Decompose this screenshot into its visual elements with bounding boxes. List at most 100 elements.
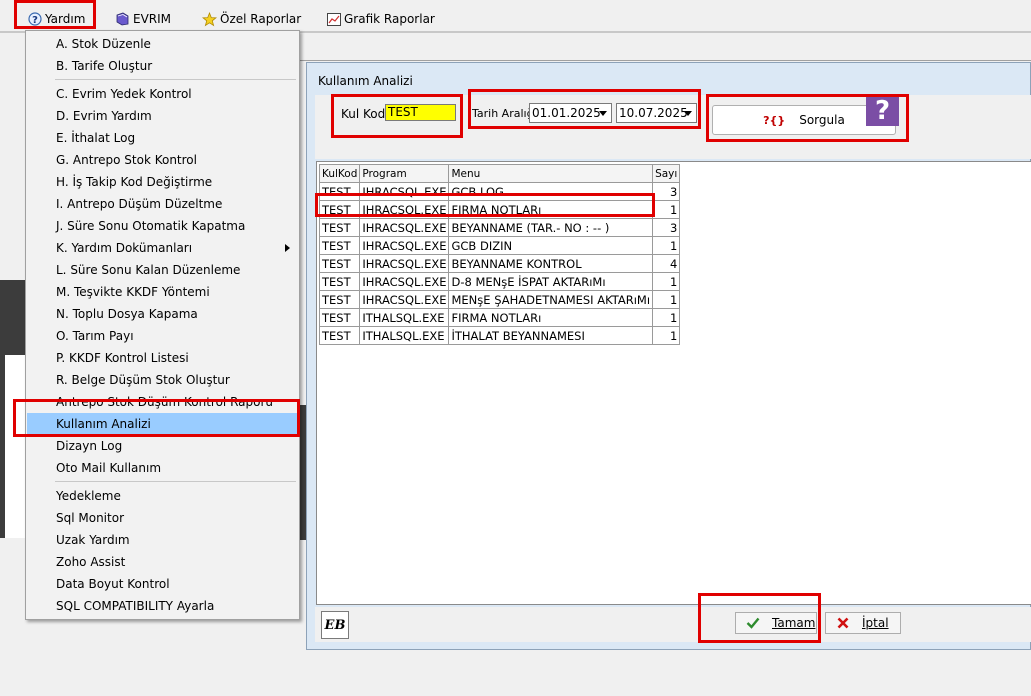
chevron-down-icon[interactable] (679, 104, 696, 122)
table-cell: GCB LOG (448, 182, 654, 201)
menu-item[interactable]: B. Tarife Oluştur (27, 55, 298, 77)
menu-item[interactable]: R. Belge Düşüm Stok Oluştur (27, 369, 298, 391)
kullanim-analizi-window: Kullanım Analizi Kul Kod TEST Tarih Aral… (306, 62, 1031, 650)
table-row[interactable]: TEST IHRACSQL.EXE MENşE ŞAHADETNAMESI AKTA… (318, 290, 681, 309)
table-cell: 1 (652, 290, 681, 309)
menu-item-label: Oto Mail Kullanım (56, 461, 162, 475)
menu-item[interactable]: L. Süre Sonu Kalan Düzenleme (27, 259, 298, 281)
tamam-button[interactable]: Tamam (735, 612, 817, 634)
table-row[interactable]: TEST IHRACSQL.EXE GCB LOG 3 (318, 182, 681, 201)
table-row[interactable]: TEST IHRACSQL.EXE GCB DIZIN 1 (318, 236, 681, 255)
menu-item[interactable]: SQL COMPATIBILITY Ayarla (27, 595, 298, 617)
table-cell: IHRACSQL.EXE (359, 218, 450, 237)
tarih-araligi-label: Tarih Aralığı (472, 107, 537, 120)
menu-item[interactable]: H. İş Takip Kod Değiştirme (27, 171, 298, 193)
table-cell: 1 (652, 236, 681, 255)
menubar: ? Yardım EVRIM Özel Raporlar Grafik Rapo… (0, 0, 1031, 31)
column-header-kulkod[interactable]: KulKod (318, 164, 361, 183)
table-cell: 1 (652, 308, 681, 327)
menu-evrim-label: EVRIM (133, 12, 172, 26)
menu-item-label: R. Belge Düşüm Stok Oluştur (56, 373, 230, 387)
menu-item[interactable]: Uzak Yardım (27, 529, 298, 551)
table-cell: TEST (318, 200, 361, 219)
table-cell: IHRACSQL.EXE (359, 236, 450, 255)
menu-item-label: O. Tarım Payı (56, 329, 134, 343)
menu-item-label: Sql Monitor (56, 511, 124, 525)
menu-item[interactable]: Sql Monitor (27, 507, 298, 529)
table-row[interactable]: TEST IHRACSQL.EXE D-8 MENşE İSPAT AKTARıMı… (318, 272, 681, 291)
date-to-value: 10.07.2025 (619, 106, 688, 120)
date-from-combo[interactable]: 01.01.2025 (529, 103, 612, 123)
menu-item-label: Uzak Yardım (56, 533, 130, 547)
column-header-program[interactable]: Program (359, 164, 450, 183)
menu-item-label: J. Süre Sonu Otomatik Kapatma (56, 219, 246, 233)
menu-item[interactable]: K. Yardım Dokümanları (27, 237, 298, 259)
table-cell: MENşE ŞAHADETNAMESI AKTARıMı (448, 290, 654, 309)
menu-item[interactable]: M. Teşvikte KKDF Yöntemi (27, 281, 298, 303)
help-icon: ? (27, 12, 42, 27)
menu-ozel-raporlar[interactable]: Özel Raporlar (202, 9, 301, 29)
menu-item[interactable]: P. KKDF Kontrol Listesi (27, 347, 298, 369)
menu-item[interactable]: A. Stok Düzenle (27, 33, 298, 55)
date-from-value: 01.01.2025 (532, 106, 601, 120)
table-cell: IHRACSQL.EXE (359, 290, 450, 309)
background-panel-inner (5, 355, 25, 538)
menu-item-label: P. KKDF Kontrol Listesi (56, 351, 189, 365)
menu-grafik-raporlar[interactable]: Grafik Raporlar (326, 9, 435, 29)
menu-item[interactable]: D. Evrim Yardım (27, 105, 298, 127)
table-cell: BEYANNAME KONTROL (448, 254, 654, 273)
table-row[interactable]: TEST ITHALSQL.EXE FIRMA NOTLARı 1 (318, 308, 681, 327)
menu-item[interactable]: E. İthalat Log (27, 127, 298, 149)
menu-item-label: SQL COMPATIBILITY Ayarla (56, 599, 215, 613)
table-row[interactable]: TEST IHRACSQL.EXE FIRMA NOTLARı 1 (318, 200, 681, 219)
menu-item-label: Yedekleme (56, 489, 121, 503)
help-icon[interactable]: ? (866, 96, 899, 126)
menu-item[interactable]: Yedekleme (27, 485, 298, 507)
eb-logo-icon: EB (321, 611, 349, 639)
menu-item-label: N. Toplu Dosya Kapama (56, 307, 198, 321)
menu-item[interactable]: G. Antrepo Stok Kontrol (27, 149, 298, 171)
table-cell: 1 (652, 200, 681, 219)
column-header-sayi[interactable]: Sayı (652, 164, 681, 183)
results-grid[interactable]: KulKod Program Menu Sayı TEST IHRACSQL.EX… (316, 161, 1031, 605)
date-to-combo[interactable]: 10.07.2025 (616, 103, 697, 123)
table-row[interactable]: TEST IHRACSQL.EXE BEYANNAME (TAR.- NO : --… (318, 218, 681, 237)
svg-text:?: ? (32, 15, 38, 26)
menu-item[interactable]: J. Süre Sonu Otomatik Kapatma (27, 215, 298, 237)
table-cell: FIRMA NOTLARı (448, 308, 654, 327)
kul-kod-input[interactable]: TEST (385, 104, 456, 121)
menu-item-label: C. Evrim Yedek Kontrol (56, 87, 192, 101)
query-icon: ?{} (763, 113, 786, 127)
tamam-label: Tamam (772, 616, 816, 630)
table-cell: FIRMA NOTLARı (448, 200, 654, 219)
menu-item[interactable]: N. Toplu Dosya Kapama (27, 303, 298, 325)
table-cell: 3 (652, 182, 681, 201)
menu-item[interactable]: Antrepo Stok Düşüm Kontrol Raporu (27, 391, 298, 413)
menu-evrim[interactable]: EVRIM (115, 9, 171, 29)
menu-item[interactable]: C. Evrim Yedek Kontrol (27, 83, 298, 105)
menu-item[interactable]: Kullanım Analizi (27, 413, 298, 435)
menu-item[interactable]: Data Boyut Kontrol (27, 573, 298, 595)
menu-item[interactable]: Dizayn Log (27, 435, 298, 457)
menu-item[interactable]: I. Antrepo Düşüm Düzeltme (27, 193, 298, 215)
menu-yardim[interactable]: ? Yardım (27, 9, 85, 29)
table-cell: TEST (318, 326, 361, 345)
iptal-button[interactable]: İptal (825, 612, 901, 634)
table-row[interactable]: TEST ITHALSQL.EXE İTHALAT BEYANNAMESI 1 (318, 326, 681, 345)
table-cell: TEST (318, 254, 361, 273)
star-icon (202, 11, 217, 27)
table-cell: 3 (652, 218, 681, 237)
kul-kod-label: Kul Kod (341, 107, 386, 121)
menu-item[interactable]: Oto Mail Kullanım (27, 457, 298, 479)
menu-item-label: K. Yardım Dokümanları (56, 241, 193, 255)
table-cell: TEST (318, 272, 361, 291)
menu-item[interactable]: Zoho Assist (27, 551, 298, 573)
menu-item[interactable]: O. Tarım Payı (27, 325, 298, 347)
column-header-menu[interactable]: Menu (448, 164, 654, 183)
menu-item-label: D. Evrim Yardım (56, 109, 152, 123)
table-row[interactable]: TEST IHRACSQL.EXE BEYANNAME KONTROL 4 (318, 254, 681, 273)
chevron-down-icon[interactable] (594, 104, 611, 122)
table-cell: TEST (318, 182, 361, 201)
table-header-row: KulKod Program Menu Sayı (318, 164, 681, 183)
menu-item-label: Antrepo Stok Düşüm Kontrol Raporu (56, 395, 273, 409)
